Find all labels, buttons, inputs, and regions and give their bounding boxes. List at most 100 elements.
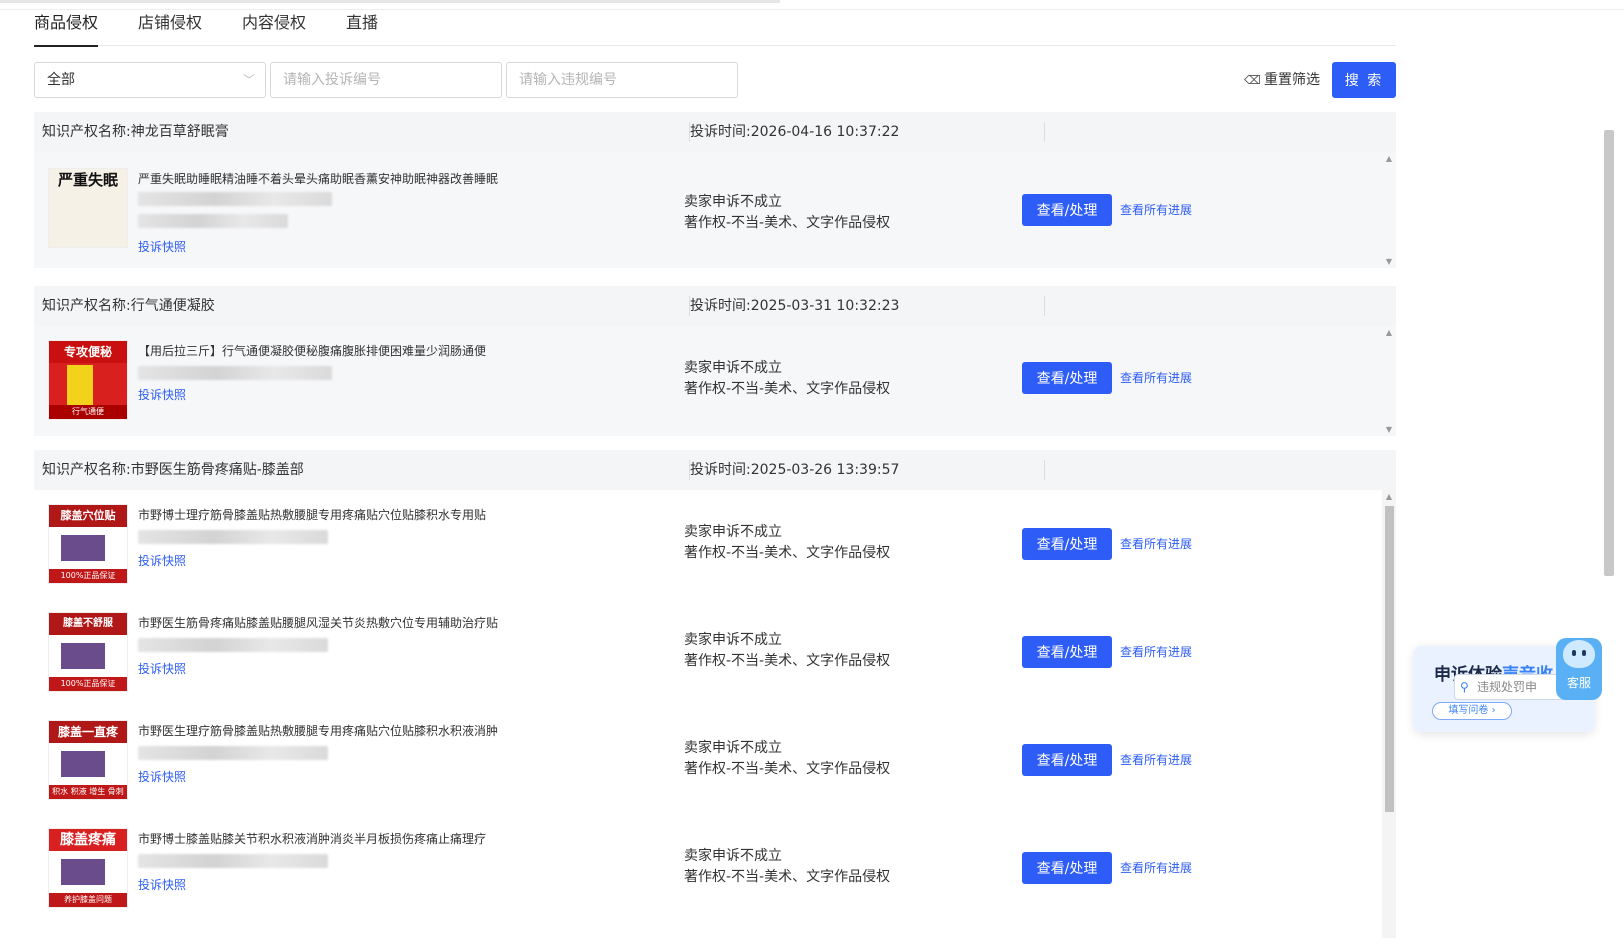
eraser-icon: ⌫ bbox=[1244, 73, 1261, 87]
complaint-snapshot-link[interactable]: 投诉快照 bbox=[138, 768, 186, 785]
violation-search-box[interactable]: ⚲ 违规处罚申 bbox=[1454, 674, 1566, 700]
complaint-snapshot-link[interactable]: 投诉快照 bbox=[138, 552, 186, 569]
product-thumbnail[interactable]: 专攻便秘 行气通便 bbox=[48, 340, 128, 420]
view-handle-button[interactable]: 查看/处理 bbox=[1022, 636, 1112, 668]
tab-shop-infringement[interactable]: 店铺侵权 bbox=[138, 10, 202, 46]
status-block: 卖家申诉不成立 著作权-不当-美术、文字作品侵权 bbox=[684, 738, 890, 780]
group-body: 专攻便秘 行气通便 【用后拉三斤】行气通便凝胶便秘腹痛腹胀排便困难量少润肠通便 … bbox=[34, 326, 1396, 436]
status-block: 卖家申诉不成立 著作权-不当-美术、文字作品侵权 bbox=[684, 846, 890, 888]
view-progress-link[interactable]: 查看所有进展 bbox=[1120, 744, 1192, 776]
violation-reason: 著作权-不当-美术、文字作品侵权 bbox=[684, 381, 891, 397]
product-title: 严重失眠助睡眠精油睡不着头晕头痛助眠香薰安神助眠神器改善睡眠 bbox=[138, 172, 499, 186]
violation-no-input[interactable] bbox=[506, 62, 738, 98]
tab-live[interactable]: 直播 bbox=[346, 10, 378, 46]
status-block: 卖家申诉不成立 著作权-不当-美术、文字作品侵权 bbox=[684, 358, 890, 400]
appeal-status: 卖家申诉不成立 bbox=[684, 740, 782, 756]
status-block: 卖家申诉不成立 著作权-不当-美术、文字作品侵权 bbox=[684, 522, 890, 564]
ip-name: 知识产权名称:神龙百草舒眠膏 bbox=[42, 124, 229, 140]
view-handle-button[interactable]: 查看/处理 bbox=[1022, 744, 1112, 776]
view-handle-button[interactable]: 查看/处理 bbox=[1022, 528, 1112, 560]
product-title: 市野博士膝盖贴膝关节积水积液消肿消炎半月板损伤疼痛止痛理疗 bbox=[138, 832, 487, 846]
violation-reason: 著作权-不当-美术、文字作品侵权 bbox=[684, 761, 891, 777]
violation-reason: 著作权-不当-美术、文字作品侵权 bbox=[684, 869, 891, 885]
list-item: 膝盖疼痛 养护膝盖问题 市野博士膝盖贴膝关节积水积液消肿消炎半月板损伤疼痛止痛理… bbox=[34, 814, 1374, 922]
type-select[interactable]: 全部 ﹀ bbox=[34, 62, 266, 98]
loading-bar bbox=[0, 0, 780, 3]
product-title: 市野医生理疗筋骨膝盖贴热敷腰腿专用疼痛贴穴位贴膝积水积液消肿 bbox=[138, 724, 499, 738]
complaint-snapshot-link[interactable]: 投诉快照 bbox=[138, 238, 186, 255]
violation-reason: 著作权-不当-美术、文字作品侵权 bbox=[684, 545, 891, 561]
violation-reason: 著作权-不当-美术、文字作品侵权 bbox=[684, 215, 891, 231]
list-item: 膝盖不舒服 100%正品保证 市野医生筋骨疼痛贴膝盖贴腰腿风湿关节炎热敷穴位专用… bbox=[34, 598, 1374, 706]
view-progress-link[interactable]: 查看所有进展 bbox=[1120, 852, 1192, 884]
complaint-time: 投诉时间:2025-03-31 10:32:23 bbox=[690, 298, 900, 314]
complaint-list-page: 商品侵权 店铺侵权 内容侵权 直播 全部 ﹀ ⌫重置筛选 搜 索 知识产权名称:… bbox=[34, 10, 1396, 948]
violation-reason: 著作权-不当-美术、文字作品侵权 bbox=[684, 653, 891, 669]
product-title: 市野医生筋骨疼痛贴膝盖贴腰腿风湿关节炎热敷穴位专用辅助治疗贴 bbox=[138, 616, 499, 630]
redacted-text bbox=[138, 530, 328, 544]
view-handle-button[interactable]: 查看/处理 bbox=[1022, 194, 1112, 226]
product-title: 【用后拉三斤】行气通便凝胶便秘腹痛腹胀排便困难量少润肠通便 bbox=[138, 344, 487, 358]
view-progress-link[interactable]: 查看所有进展 bbox=[1120, 636, 1192, 668]
appeal-status: 卖家申诉不成立 bbox=[684, 848, 782, 864]
list-item: 严重失眠 严重失眠助睡眠精油睡不着头晕头痛助眠香薰安神助眠神器改善睡眠 投诉快照… bbox=[34, 154, 1374, 262]
list-item: 膝盖穴位贴 100%正品保证 市野博士理疗筋骨膝盖贴热敷腰腿专用疼痛贴穴位贴膝积… bbox=[34, 490, 1374, 598]
redacted-text bbox=[138, 214, 288, 228]
group-body: 膝盖穴位贴 100%正品保证 市野博士理疗筋骨膝盖贴热敷腰腿专用疼痛贴穴位贴膝积… bbox=[34, 490, 1396, 938]
complaint-snapshot-link[interactable]: 投诉快照 bbox=[138, 876, 186, 893]
product-thumbnail[interactable]: 膝盖一直疼 积水 积液 增生 骨刺 bbox=[48, 720, 128, 800]
scrollbar[interactable]: ▲ ▼ bbox=[1382, 152, 1396, 268]
complaint-snapshot-link[interactable]: 投诉快照 bbox=[138, 386, 186, 403]
complaint-time: 投诉时间:2025-03-26 13:39:57 bbox=[690, 462, 900, 478]
view-progress-link[interactable]: 查看所有进展 bbox=[1120, 528, 1192, 560]
product-thumbnail[interactable]: 膝盖疼痛 养护膝盖问题 bbox=[48, 828, 128, 908]
view-progress-link[interactable]: 查看所有进展 bbox=[1120, 362, 1192, 394]
complaint-group: 知识产权名称:神龙百草舒眠膏 投诉时间:2026-04-16 10:37:22 … bbox=[34, 112, 1396, 268]
list-item: 专攻便秘 行气通便 【用后拉三斤】行气通便凝胶便秘腹痛腹胀排便困难量少润肠通便 … bbox=[34, 326, 1374, 434]
search-button[interactable]: 搜 索 bbox=[1332, 62, 1396, 98]
ip-name: 知识产权名称:行气通便凝胶 bbox=[42, 298, 215, 314]
product-thumbnail[interactable]: 膝盖不舒服 100%正品保证 bbox=[48, 612, 128, 692]
customer-service-button[interactable]: 客服 bbox=[1556, 638, 1602, 700]
tab-content-infringement[interactable]: 内容侵权 bbox=[242, 10, 306, 46]
fill-survey-button[interactable]: 填写问卷 › bbox=[1432, 702, 1512, 720]
status-block: 卖家申诉不成立 著作权-不当-美术、文字作品侵权 bbox=[684, 630, 890, 672]
chevron-down-icon: ﹀ bbox=[242, 73, 255, 87]
view-progress-link[interactable]: 查看所有进展 bbox=[1120, 194, 1192, 226]
ip-name: 知识产权名称:市野医生筋骨疼痛贴-膝盖部 bbox=[42, 462, 304, 478]
group-body: 严重失眠 严重失眠助睡眠精油睡不着头晕头痛助眠香薰安神助眠神器改善睡眠 投诉快照… bbox=[34, 152, 1396, 268]
product-thumbnail[interactable]: 膝盖穴位贴 100%正品保证 bbox=[48, 504, 128, 584]
view-handle-button[interactable]: 查看/处理 bbox=[1022, 852, 1112, 884]
group-header: 知识产权名称:行气通便凝胶 投诉时间:2025-03-31 10:32:23 bbox=[34, 286, 1396, 326]
complaint-no-input[interactable] bbox=[270, 62, 502, 98]
redacted-text bbox=[138, 638, 328, 652]
complaint-group: 知识产权名称:行气通便凝胶 投诉时间:2025-03-31 10:32:23 专… bbox=[34, 286, 1396, 436]
redacted-text bbox=[138, 854, 328, 868]
complaint-snapshot-link[interactable]: 投诉快照 bbox=[138, 660, 186, 677]
top-progress-line bbox=[0, 0, 1624, 10]
scrollbar[interactable]: ▲ ▼ bbox=[1382, 326, 1396, 436]
appeal-status: 卖家申诉不成立 bbox=[684, 524, 782, 540]
list-item: 膝盖一直疼 积水 积液 增生 骨刺 市野医生理疗筋骨膝盖贴热敷腰腿专用疼痛贴穴位… bbox=[34, 706, 1374, 814]
appeal-status: 卖家申诉不成立 bbox=[684, 194, 782, 210]
view-handle-button[interactable]: 查看/处理 bbox=[1022, 362, 1112, 394]
complaint-group: 知识产权名称:市野医生筋骨疼痛贴-膝盖部 投诉时间:2025-03-26 13:… bbox=[34, 450, 1396, 938]
redacted-text bbox=[138, 746, 328, 760]
appeal-status: 卖家申诉不成立 bbox=[684, 360, 782, 376]
tab-product-infringement[interactable]: 商品侵权 bbox=[34, 10, 99, 47]
category-tabs: 商品侵权 店铺侵权 内容侵权 直播 bbox=[34, 10, 1396, 47]
status-block: 卖家申诉不成立 著作权-不当-美术、文字作品侵权 bbox=[684, 192, 890, 234]
group-header: 知识产权名称:神龙百草舒眠膏 投诉时间:2026-04-16 10:37:22 bbox=[34, 112, 1396, 152]
product-thumbnail[interactable]: 严重失眠 bbox=[48, 168, 128, 248]
customer-service-icon bbox=[1563, 640, 1595, 668]
page-scrollbar[interactable] bbox=[1604, 130, 1614, 576]
redacted-text bbox=[138, 366, 332, 380]
type-select-value: 全部 bbox=[47, 72, 75, 88]
group-header: 知识产权名称:市野医生筋骨疼痛贴-膝盖部 投诉时间:2025-03-26 13:… bbox=[34, 450, 1396, 490]
appeal-status: 卖家申诉不成立 bbox=[684, 632, 782, 648]
redacted-text bbox=[138, 192, 332, 206]
complaint-time: 投诉时间:2026-04-16 10:37:22 bbox=[690, 124, 900, 140]
filter-bar: 全部 ﹀ ⌫重置筛选 搜 索 bbox=[34, 62, 1396, 98]
scrollbar[interactable]: ▲ bbox=[1382, 490, 1396, 938]
reset-filter-button[interactable]: ⌫ 重置筛选 bbox=[1244, 62, 1320, 98]
